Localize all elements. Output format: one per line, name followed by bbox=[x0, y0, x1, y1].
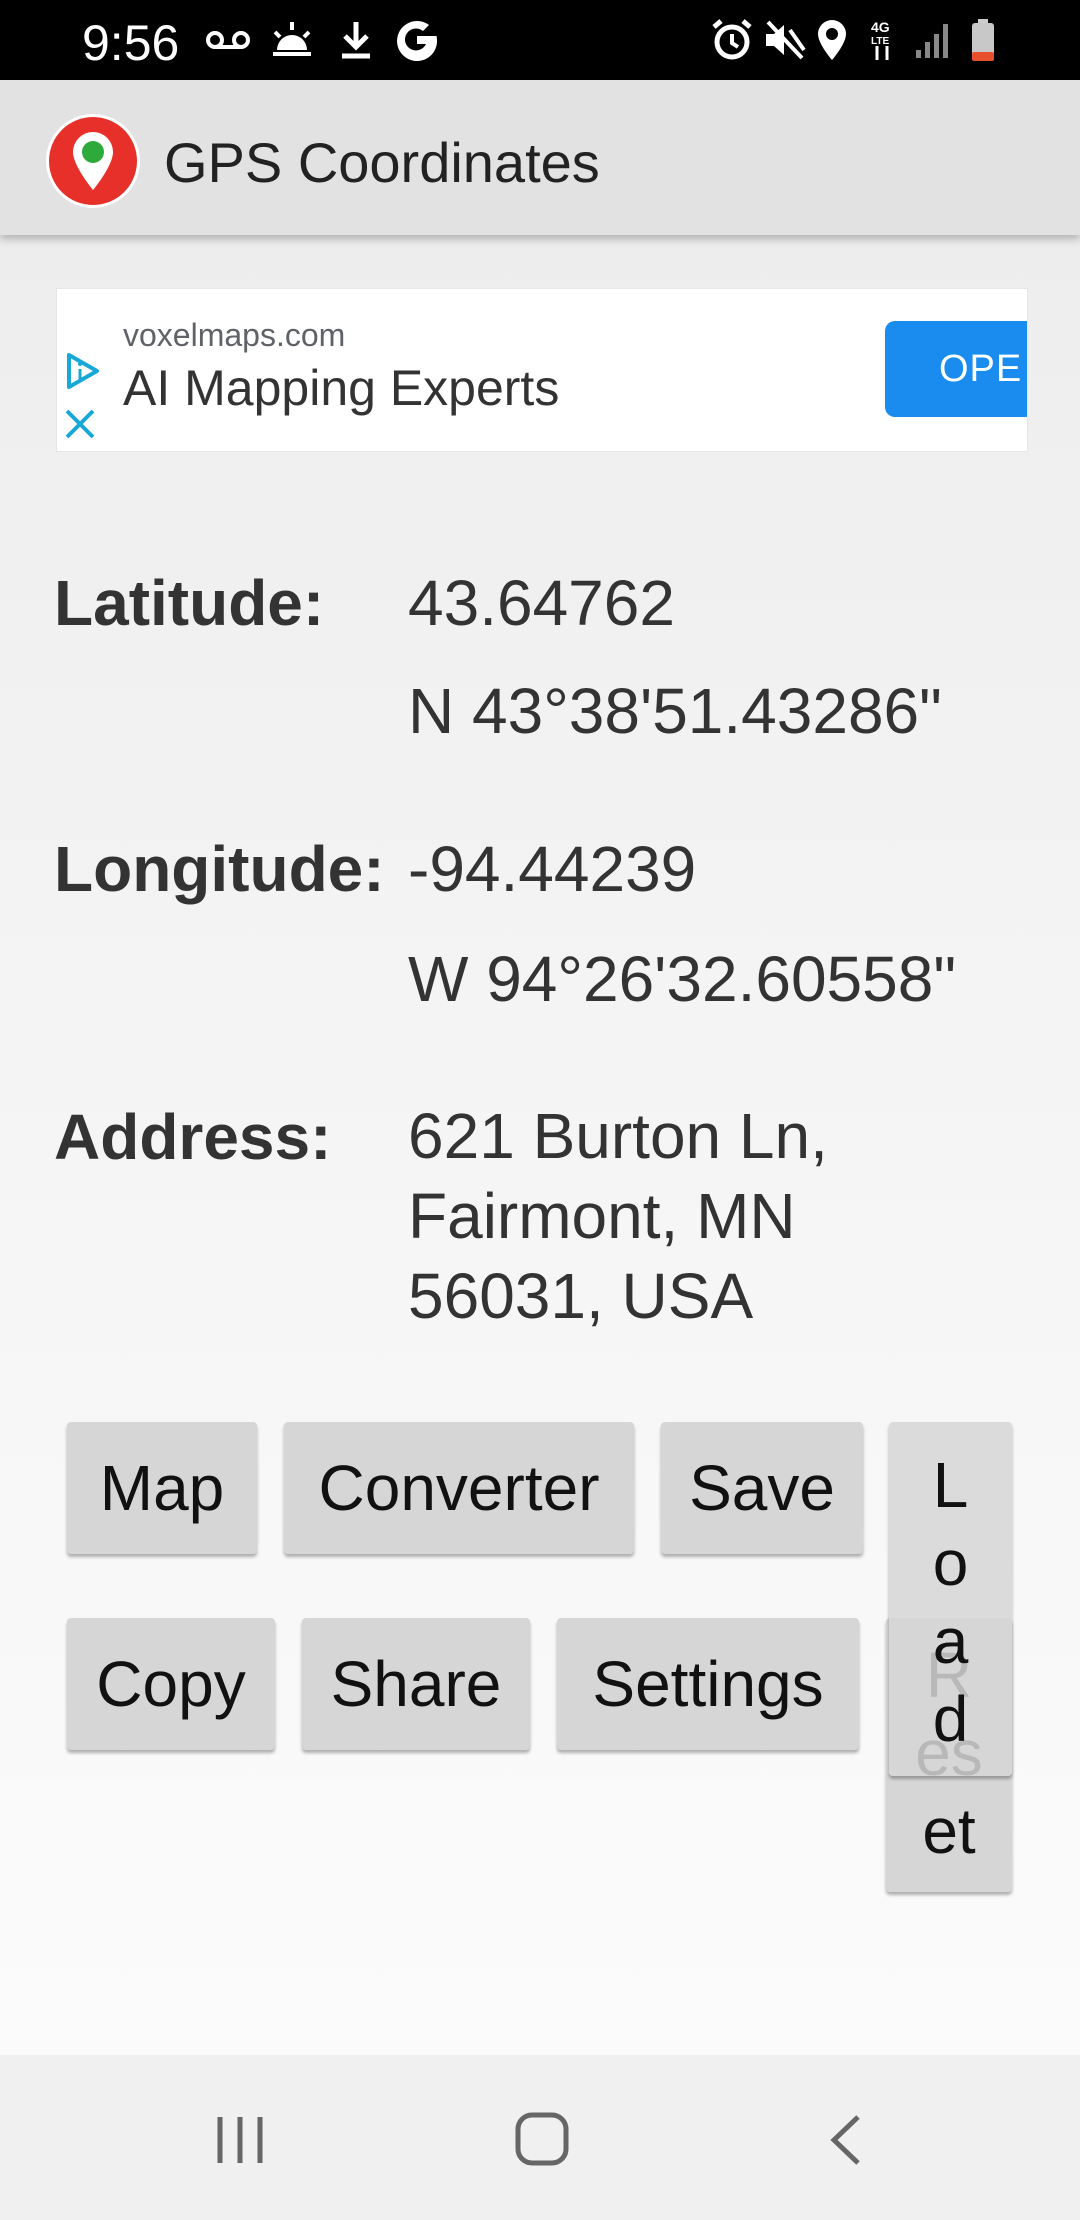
battery-icon bbox=[966, 18, 1000, 62]
address-line-3: 56031, USA bbox=[408, 1260, 754, 1332]
download-icon bbox=[336, 18, 376, 62]
home-icon[interactable] bbox=[514, 2111, 570, 2172]
address-value: 621 Burton Ln, Fairmont, MN 56031, USA bbox=[408, 1096, 1028, 1336]
app-title: GPS Coordinates bbox=[164, 131, 600, 194]
status-time: 9:56 bbox=[82, 15, 180, 71]
latitude-dms: N 43°38'51.43286" bbox=[408, 675, 942, 747]
4g-lte-icon: 4G LTE bbox=[864, 18, 900, 62]
longitude-label: Longitude: bbox=[54, 833, 385, 905]
latitude-label: Latitude: bbox=[54, 567, 325, 639]
map-pin-icon bbox=[44, 112, 142, 210]
ad-banner[interactable]: voxelmaps.com AI Mapping Experts OPE bbox=[56, 288, 1028, 452]
ad-close-icon[interactable] bbox=[63, 407, 97, 446]
recent-apps-icon[interactable] bbox=[212, 2115, 268, 2170]
address-line-1: 621 Burton Ln, bbox=[408, 1100, 828, 1172]
weather-icon bbox=[268, 18, 316, 62]
latitude-decimal: 43.64762 bbox=[408, 567, 675, 639]
app-bar: GPS Coordinates bbox=[0, 80, 1080, 235]
mute-icon bbox=[760, 18, 808, 62]
share-button[interactable]: Share bbox=[302, 1618, 530, 1750]
svg-text:LTE: LTE bbox=[871, 36, 889, 47]
load-button-label: Load bbox=[932, 1449, 969, 1755]
settings-button[interactable]: Settings bbox=[557, 1618, 859, 1750]
ad-open-button[interactable]: OPE bbox=[885, 321, 1027, 417]
address-line-2: Fairmont, MN bbox=[408, 1180, 796, 1252]
load-button[interactable]: Load bbox=[889, 1422, 1012, 1776]
address-label: Address: bbox=[54, 1101, 332, 1173]
location-icon bbox=[812, 18, 852, 62]
converter-button[interactable]: Converter bbox=[284, 1422, 634, 1554]
ad-domain: voxelmaps.com bbox=[123, 317, 346, 353]
signal-icon bbox=[912, 18, 956, 62]
ad-choices-icon[interactable] bbox=[63, 351, 103, 396]
voicemail-icon bbox=[204, 18, 252, 62]
alarm-icon bbox=[708, 18, 756, 62]
navigation-bar bbox=[0, 2055, 1080, 2220]
save-button[interactable]: Save bbox=[661, 1422, 863, 1554]
copy-button[interactable]: Copy bbox=[67, 1618, 275, 1750]
ad-headline: AI Mapping Experts bbox=[123, 360, 560, 416]
google-icon bbox=[392, 18, 442, 62]
longitude-dms: W 94°26'32.60558" bbox=[408, 943, 957, 1015]
map-button[interactable]: Map bbox=[67, 1422, 257, 1554]
svg-text:4G: 4G bbox=[871, 19, 890, 35]
longitude-decimal: -94.44239 bbox=[408, 833, 697, 905]
status-bar: 9:56 4G LTE bbox=[0, 0, 1080, 80]
back-icon[interactable] bbox=[826, 2113, 866, 2172]
